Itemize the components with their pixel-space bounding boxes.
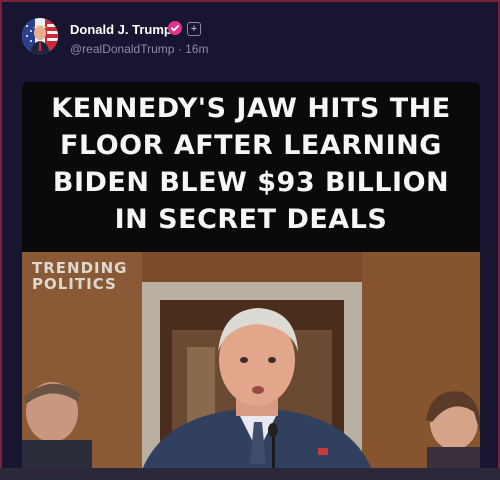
- headline-line: KENNEDY'S JAW HITS THE: [51, 93, 451, 124]
- app-frame: Donald J. Trump + @realDonaldTrump · 16m…: [0, 0, 500, 480]
- plus-icon[interactable]: +: [187, 22, 201, 36]
- watermark-line: TRENDING: [32, 259, 128, 277]
- watermark-line: POLITICS: [32, 275, 117, 293]
- headline-line: IN SECRET DEALS: [114, 204, 388, 235]
- verified-badge-icon: [168, 21, 182, 35]
- headline-line: BIDEN BLEW $93 BILLION: [52, 167, 450, 198]
- post-media[interactable]: KENNEDY'S JAW HITS THE FLOOR AFTER LEARN…: [22, 82, 480, 470]
- headline-text: KENNEDY'S JAW HITS THE FLOOR AFTER LEARN…: [22, 90, 480, 238]
- author-handle[interactable]: @realDonaldTrump · 16m: [70, 42, 208, 56]
- author-name[interactable]: Donald J. Trump: [70, 22, 172, 37]
- post-header: Donald J. Trump + @realDonaldTrump · 16m: [20, 16, 480, 60]
- avatar[interactable]: [22, 18, 58, 54]
- headline-line: FLOOR AFTER LEARNING: [60, 130, 442, 161]
- headline-banner: KENNEDY'S JAW HITS THE FLOOR AFTER LEARN…: [22, 82, 480, 252]
- bottom-toolbar: [0, 468, 500, 480]
- avatar-image: [22, 18, 58, 54]
- watermark-logo: TRENDING POLITICS: [32, 260, 127, 292]
